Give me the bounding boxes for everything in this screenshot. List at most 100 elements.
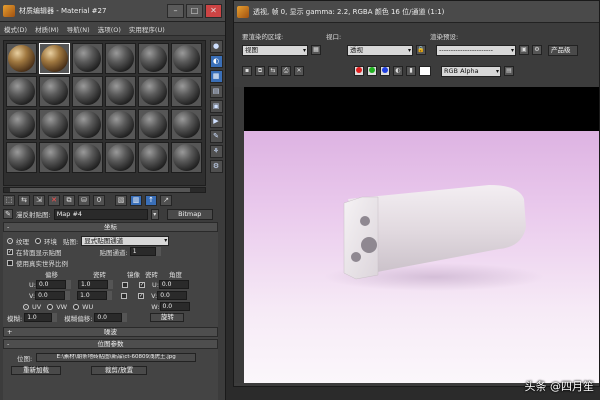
background-color-swatch[interactable] — [419, 66, 431, 76]
background-icon[interactable]: ▦ — [209, 70, 223, 83]
material-sample-slot[interactable] — [39, 43, 70, 74]
material-sample-slot[interactable] — [39, 142, 70, 173]
material-sample-slot[interactable] — [6, 43, 37, 74]
viewport-dropdown[interactable]: 透视 ▾ — [347, 44, 413, 56]
channel-options-icon[interactable]: ▤ — [504, 66, 514, 76]
backlight-icon[interactable]: ◐ — [209, 55, 223, 68]
maximize-button[interactable]: □ — [186, 3, 203, 18]
clone-frame-icon[interactable]: ⇆ — [268, 66, 278, 76]
material-sample-slot[interactable] — [138, 109, 169, 140]
environ-radio[interactable] — [35, 237, 41, 244]
material-sample-slot[interactable] — [72, 76, 103, 107]
sample-type-icon[interactable]: ● — [209, 40, 223, 53]
u-tiling-spinner[interactable] — [107, 280, 113, 289]
lock-icon[interactable]: 🔒 — [416, 45, 426, 55]
options-icon[interactable]: ✎ — [209, 130, 223, 143]
u-tile-check[interactable]: ✓ — [138, 281, 145, 288]
u-angle-input[interactable]: 0.0 — [158, 280, 189, 289]
monochrome-icon[interactable]: ▮ — [406, 66, 416, 76]
material-sample-slot[interactable] — [171, 109, 202, 140]
save-image-icon[interactable]: ▪ — [242, 66, 252, 76]
display-channel-dropdown[interactable]: RGB Alpha ▾ — [441, 65, 501, 77]
use-real-world-check[interactable] — [7, 259, 13, 266]
material-sample-slot[interactable] — [171, 142, 202, 173]
material-sample-slot[interactable] — [6, 76, 37, 107]
map-type-button[interactable]: Bitmap — [166, 208, 213, 220]
go-to-parent-icon[interactable]: ↑ — [145, 194, 157, 206]
u-mirror-check[interactable] — [121, 281, 128, 288]
render-preset-dropdown[interactable]: ----------------------- ▾ — [436, 44, 516, 56]
material-sample-slot[interactable] — [138, 43, 169, 74]
material-sample-slot[interactable] — [72, 109, 103, 140]
menu-navigation[interactable]: 导航(N) — [67, 24, 90, 34]
show-end-result-icon[interactable]: ▥ — [130, 194, 142, 206]
wu-radio[interactable] — [73, 303, 80, 310]
noise-rollout-header[interactable]: + 噪波 — [3, 327, 218, 337]
area-to-render-dropdown[interactable]: 视图 ▾ — [242, 44, 308, 56]
map-channel-input[interactable]: 1 — [129, 247, 156, 256]
v-offset-input[interactable]: 0.0 — [35, 291, 66, 300]
uv-tiling-icon[interactable]: ▤ — [209, 85, 223, 98]
blur-offset-input[interactable]: 0.0 — [94, 313, 123, 322]
show-map-in-viewport-icon[interactable]: ▧ — [115, 194, 127, 206]
get-material-icon[interactable]: ⬚ — [3, 194, 15, 206]
material-sample-slot[interactable] — [105, 142, 136, 173]
render-frame-titlebar[interactable]: 透视, 帧 0, 显示 gamma: 2.2, RGBA 颜色 16 位/通道 … — [234, 1, 599, 23]
slot-scroll-thumb[interactable] — [10, 188, 190, 192]
production-button[interactable]: 产品级 — [548, 44, 578, 56]
material-sample-slot[interactable] — [171, 43, 202, 74]
material-sample-slot[interactable] — [39, 76, 70, 107]
map-name-field[interactable]: Map #4 — [53, 208, 148, 220]
blur-input[interactable]: 1.0 — [24, 313, 53, 322]
v-offset-spinner[interactable] — [65, 291, 71, 300]
rotate-button[interactable]: 旋转 — [150, 313, 185, 322]
green-channel-toggle[interactable] — [367, 66, 377, 76]
w-angle-input[interactable]: 0.0 — [159, 302, 190, 311]
menu-material[interactable]: 材质(M) — [35, 24, 59, 34]
map-channel-spinner[interactable] — [155, 247, 161, 256]
material-sample-slot[interactable] — [171, 76, 202, 107]
copy-image-icon[interactable]: ⧉ — [255, 66, 265, 76]
menu-options[interactable]: 选项(O) — [98, 24, 121, 34]
alpha-channel-icon[interactable]: ◐ — [393, 66, 403, 76]
put-to-library-icon[interactable]: ⛁ — [78, 194, 90, 206]
environment-icon[interactable]: ⚙ — [532, 45, 542, 55]
u-offset-input[interactable]: 0.0 — [35, 280, 66, 289]
assign-to-selection-icon[interactable]: ⇲ — [33, 194, 45, 206]
clear-icon[interactable]: ✕ — [294, 66, 304, 76]
v-tiling-spinner[interactable] — [107, 291, 113, 300]
u-tiling-input[interactable]: 1.0 — [77, 280, 108, 289]
make-preview-icon[interactable]: ▶ — [209, 115, 223, 128]
material-sample-slot[interactable] — [138, 142, 169, 173]
material-sample-slot[interactable] — [6, 109, 37, 140]
bitmap-params-rollout-header[interactable]: - 位图参数 — [3, 339, 218, 349]
minimize-button[interactable]: – — [167, 3, 184, 18]
uv-radio[interactable] — [23, 303, 29, 310]
go-forward-to-sibling-icon[interactable]: ↗ — [160, 194, 172, 206]
bitmap-path-button[interactable]: E:\素材\朝条地砖贴图\新品\ct-60809浅虎王.jpg — [36, 353, 197, 362]
material-sample-slot[interactable] — [138, 76, 169, 107]
material-sample-slot[interactable] — [105, 76, 136, 107]
vw-radio[interactable] — [47, 303, 54, 310]
menu-mode[interactable]: 模式(D) — [4, 24, 27, 34]
print-icon[interactable]: ⎙ — [281, 66, 291, 76]
material-id-icon[interactable]: 0 — [93, 194, 105, 206]
map-name-dropdown[interactable]: ▾ — [150, 208, 159, 220]
material-sample-slot[interactable] — [105, 109, 136, 140]
material-sample-slot[interactable] — [105, 43, 136, 74]
slot-scrollbar[interactable] — [3, 187, 206, 193]
material-sample-slot[interactable] — [72, 43, 103, 74]
blue-channel-toggle[interactable] — [380, 66, 390, 76]
menu-utilities[interactable]: 实用程序(U) — [129, 24, 165, 34]
red-channel-toggle[interactable] — [354, 66, 364, 76]
mapping-dropdown[interactable]: 显式贴图通道 ▾ — [81, 235, 170, 246]
v-mirror-check[interactable] — [121, 292, 128, 299]
blur-spinner[interactable] — [52, 313, 58, 322]
coordinates-rollout-header[interactable]: - 坐标 — [3, 222, 218, 232]
material-sample-slot[interactable] — [6, 142, 37, 173]
v-tile-check[interactable]: ✓ — [138, 292, 145, 299]
assign-to-scene-icon[interactable]: ⇆ — [18, 194, 30, 206]
edit-region-icon[interactable]: ▦ — [311, 45, 321, 55]
material-sample-slot[interactable] — [39, 109, 70, 140]
pick-material-icon[interactable]: ✎ — [3, 209, 13, 219]
